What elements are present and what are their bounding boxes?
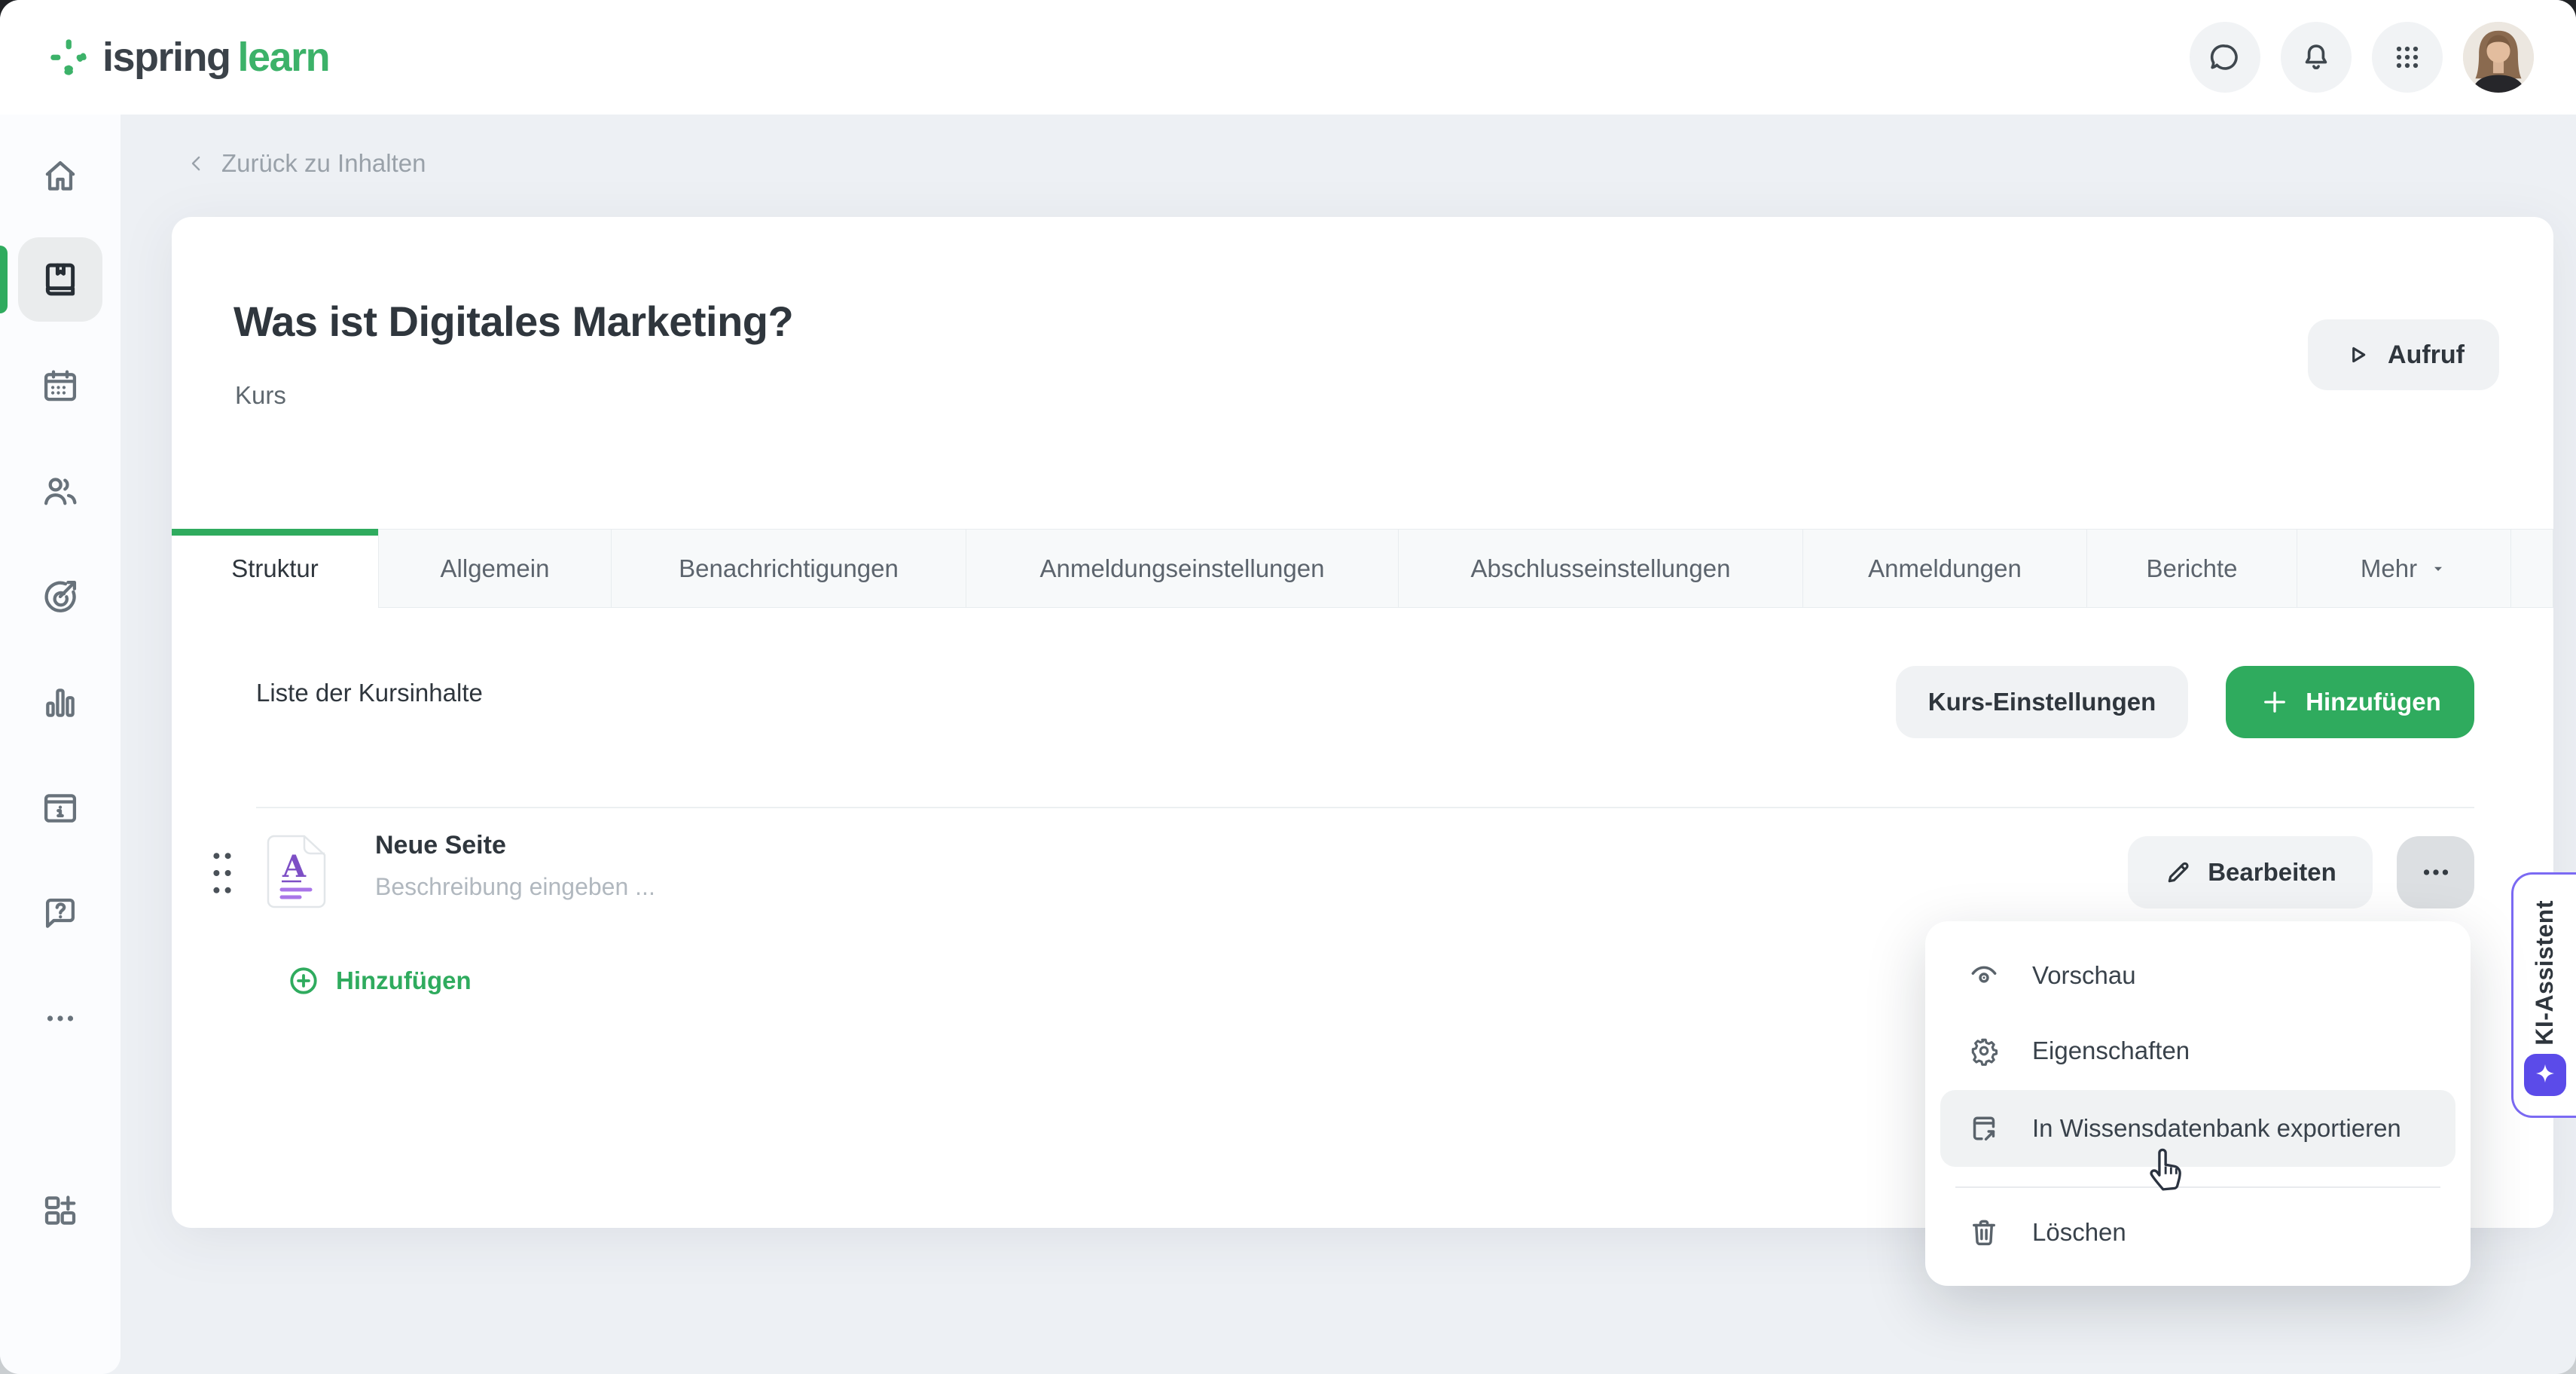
tab-allgemein[interactable]: Allgemein	[378, 529, 611, 608]
ellipsis-icon	[40, 998, 81, 1039]
list-heading: Liste der Kursinhalte	[256, 679, 483, 707]
menu-item-loeschen[interactable]: Löschen	[1925, 1195, 2471, 1270]
tab-struktur[interactable]: Struktur	[172, 529, 378, 608]
item-more-button[interactable]	[2397, 836, 2474, 908]
bar-chart-icon	[40, 682, 81, 723]
top-header: ispringlearn	[0, 0, 2576, 114]
ellipsis-icon	[2419, 855, 2453, 890]
user-avatar[interactable]	[2463, 22, 2534, 93]
course-settings-button[interactable]: Kurs-Einstellungen	[1896, 666, 2188, 738]
tab-abschlusseinstellungen[interactable]: Abschlusseinstellungen	[1398, 529, 1802, 608]
target-arrow-icon	[40, 576, 81, 617]
sidebar-item-more[interactable]	[18, 976, 102, 1061]
messages-button[interactable]	[2190, 22, 2260, 93]
svg-text:A: A	[282, 849, 307, 884]
item-context-menu: Vorschau Eigenschaften In Wissensdatenba…	[1925, 921, 2471, 1286]
sidebar-item-courses[interactable]	[18, 237, 102, 322]
info-window-icon	[40, 788, 81, 829]
app-window: ispringlearn	[0, 0, 2576, 1374]
sidebar-item-goals[interactable]	[18, 554, 102, 639]
menu-divider	[1955, 1186, 2440, 1188]
sidebar-nav	[0, 114, 121, 1374]
bell-icon	[2299, 40, 2333, 75]
menu-item-vorschau[interactable]: Vorschau	[1925, 938, 2471, 1013]
plus-icon	[2259, 686, 2291, 718]
trash-icon	[1967, 1216, 2001, 1249]
sidebar-item-addons[interactable]	[18, 1168, 102, 1253]
list-divider	[256, 807, 2474, 808]
ispring-learn-logo[interactable]: ispringlearn	[47, 0, 329, 114]
logo-wordmark: ispringlearn	[102, 34, 329, 81]
content-item-description[interactable]: Beschreibung eingeben ...	[375, 873, 655, 901]
sparkle-icon	[2524, 1054, 2566, 1096]
calendar-icon	[40, 366, 81, 407]
menu-item-export-wissensdatenbank[interactable]: In Wissensdatenbank exportieren	[1940, 1090, 2455, 1167]
tab-berichte[interactable]: Berichte	[2086, 529, 2297, 608]
sidebar-item-calendar[interactable]	[18, 344, 102, 429]
sidebar-item-home[interactable]	[18, 133, 102, 218]
grid-dots-icon	[2391, 41, 2424, 74]
sidebar-item-users[interactable]	[18, 449, 102, 533]
ai-assistant-label: KI-Assistent	[2531, 900, 2559, 1046]
chevron-left-icon	[185, 152, 208, 175]
ai-assistant-tab[interactable]: KI-Assistent	[2511, 872, 2576, 1118]
eye-preview-icon	[1967, 959, 2001, 992]
ispring-spinner-icon	[47, 35, 90, 79]
add-widget-icon	[40, 1190, 81, 1231]
book-icon	[40, 259, 81, 300]
edit-button[interactable]: Bearbeiten	[2128, 836, 2373, 908]
tab-mehr[interactable]: Mehr	[2297, 529, 2510, 608]
cursor-pointer-icon	[2145, 1139, 2192, 1193]
tab-anmeldungen[interactable]: Anmeldungen	[1802, 529, 2086, 608]
pencil-icon	[2164, 858, 2193, 887]
page-title: Was ist Digitales Marketing?	[233, 297, 793, 346]
course-header-card: Was ist Digitales Marketing? Kurs Aufruf	[172, 217, 2553, 529]
sidebar-item-reports[interactable]	[18, 661, 102, 745]
breadcrumb[interactable]: Zurück zu Inhalten	[185, 149, 426, 178]
play-icon	[2343, 340, 2371, 369]
course-type-label: Kurs	[235, 381, 286, 410]
content-item-title[interactable]: Neue Seite	[375, 831, 506, 860]
chevron-down-icon	[2429, 560, 2447, 578]
sidebar-item-knowledge-base[interactable]	[18, 766, 102, 850]
notifications-button[interactable]	[2281, 22, 2352, 93]
menu-item-eigenschaften[interactable]: Eigenschaften	[1925, 1013, 2471, 1089]
breadcrumb-label: Zurück zu Inhalten	[221, 149, 426, 178]
tab-overflow-sliver	[2510, 529, 2553, 608]
add-content-button[interactable]: Hinzufügen	[2226, 666, 2474, 738]
gear-icon	[1967, 1034, 2001, 1067]
chat-bubble-icon	[2208, 40, 2242, 75]
export-icon	[1967, 1112, 2001, 1145]
drag-handle-icon[interactable]	[205, 844, 240, 902]
open-course-button[interactable]: Aufruf	[2308, 319, 2499, 390]
add-item-link[interactable]: Hinzufügen	[286, 963, 472, 998]
home-icon	[40, 155, 81, 196]
help-bubble-icon	[40, 893, 81, 934]
users-icon	[40, 471, 81, 511]
active-item-indicator	[0, 246, 8, 313]
plus-circle-icon	[286, 963, 321, 998]
sidebar-item-support[interactable]	[18, 872, 102, 956]
page-document-icon[interactable]: A	[265, 834, 327, 909]
course-tabs: Struktur Allgemein Benachrichtigungen An…	[172, 529, 2553, 608]
tab-benachrichtigungen[interactable]: Benachrichtigungen	[611, 529, 966, 608]
tab-anmeldungseinstellungen[interactable]: Anmeldungseinstellungen	[966, 529, 1398, 608]
apps-menu-button[interactable]	[2372, 22, 2443, 93]
